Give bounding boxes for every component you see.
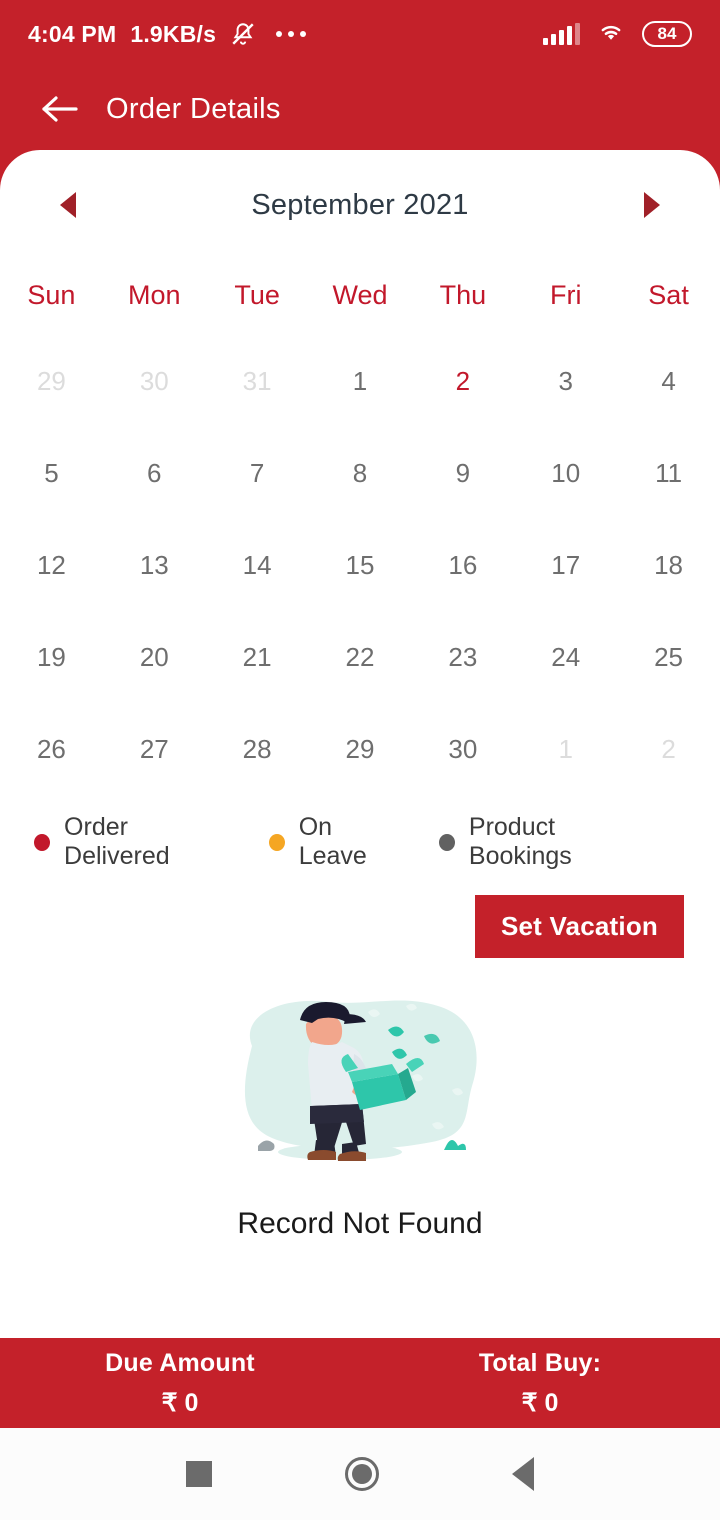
calendar-day-cell[interactable]: 17 <box>514 519 617 611</box>
calendar-day-cell[interactable]: 6 <box>103 427 206 519</box>
calendar-day-cell[interactable]: 19 <box>0 611 103 703</box>
calendar-weekday: Tue <box>234 280 280 310</box>
calendar-day-cell[interactable]: 11 <box>617 427 720 519</box>
summary-cell: Due Amount ₹ 0 <box>0 1349 360 1418</box>
more-dots-icon <box>276 31 307 37</box>
status-bar: 4:04 PM 1.9KB/s 84 <box>0 0 720 68</box>
status-bar-left: 4:04 PM 1.9KB/s <box>28 20 307 48</box>
calendar-weekday: Sat <box>648 280 689 310</box>
calendar-day-cell[interactable]: 13 <box>103 519 206 611</box>
calendar-day-cell[interactable]: 30 <box>103 335 206 427</box>
status-bar-right: 84 <box>543 20 692 49</box>
man-with-box-illustration <box>220 986 500 1191</box>
calendar-day-cell[interactable]: 21 <box>206 611 309 703</box>
calendar-day-cell[interactable]: 26 <box>0 703 103 795</box>
calendar-day-cell[interactable]: 3 <box>514 335 617 427</box>
calendar-day-cell[interactable]: 1 <box>309 335 412 427</box>
calendar-weekday: Mon <box>128 280 181 310</box>
calendar-month-title: September 2021 <box>251 188 469 221</box>
calendar-day-cell[interactable]: 9 <box>411 427 514 519</box>
calendar-next-button[interactable] <box>632 185 672 225</box>
legend-dot-icon <box>268 833 285 851</box>
calendar-prev-button[interactable] <box>48 185 88 225</box>
calendar-weekday: Thu <box>439 280 487 310</box>
calendar-day-cell[interactable]: 29 <box>309 703 412 795</box>
calendar-day-cell[interactable]: 16 <box>411 519 514 611</box>
calendar-day-cell[interactable]: 10 <box>514 427 617 519</box>
calendar-day-cell[interactable]: 20 <box>103 611 206 703</box>
calendar-day-cell[interactable]: 14 <box>206 519 309 611</box>
wifi-icon <box>596 20 626 49</box>
circle-home-icon[interactable] <box>344 1457 379 1491</box>
calendar-day-cell[interactable]: 25 <box>617 611 720 703</box>
summary-label: Due Amount <box>105 1348 255 1377</box>
calendar-day-cell[interactable]: 8 <box>309 427 412 519</box>
calendar-day-cell[interactable]: 23 <box>411 611 514 703</box>
calendar-day-cell[interactable]: 1 <box>514 703 617 795</box>
calendar-day-cell[interactable]: 29 <box>0 335 103 427</box>
legend-item: On Leave <box>268 813 401 871</box>
set-vacation-button[interactable]: Set Vacation <box>474 895 684 958</box>
calendar-day-cell[interactable]: 31 <box>206 335 309 427</box>
calendar-weekday: Sun <box>27 280 76 310</box>
back-arrow-icon[interactable] <box>40 94 80 124</box>
summary-cell: Total Buy: ₹ 0 <box>360 1349 720 1418</box>
calendar-day-cell[interactable]: 18 <box>617 519 720 611</box>
android-nav-bar <box>0 1428 720 1520</box>
page-title: Order Details <box>106 92 281 125</box>
square-recents-icon[interactable] <box>186 1461 213 1487</box>
legend-dot-icon <box>34 833 51 851</box>
app-bar: Order Details <box>0 68 720 150</box>
legend-label: Product Bookings <box>468 813 572 870</box>
calendar-days-grid[interactable]: 29 30 31 1 2 3 4 5 6 7 8 9 10 11 12 13 14 15 16 17 18 19 20 21 2… <box>0 321 720 795</box>
set-vacation-row: Set Vacation <box>0 871 720 958</box>
bottom-summary-bar: Due Amount ₹ 0 Total Buy: ₹ 0 <box>0 1338 720 1428</box>
bell-muted-icon <box>230 21 256 47</box>
summary-label: Total Buy: <box>478 1348 602 1377</box>
legend-item: Order Delivered <box>34 813 231 871</box>
calendar-day-cell[interactable]: 5 <box>0 427 103 519</box>
calendar-day-cell[interactable]: 27 <box>103 703 206 795</box>
calendar-weekday: Fri <box>549 280 582 310</box>
calendar-day-cell[interactable]: 7 <box>206 427 309 519</box>
legend-dot-icon <box>438 833 455 851</box>
calendar-day-cell[interactable]: 2 <box>411 335 514 427</box>
battery-indicator: 84 <box>642 21 692 47</box>
calendar-header: September 2021 <box>0 150 720 260</box>
calendar-day-cell[interactable]: 12 <box>0 519 103 611</box>
status-time: 4:04 PM <box>28 20 117 47</box>
legend-label: On Leave <box>298 813 367 870</box>
empty-state-illustration-wrap <box>0 958 720 1191</box>
calendar-day-cell[interactable]: 22 <box>309 611 412 703</box>
calendar-weekday: Wed <box>332 280 388 310</box>
content-card: September 2021 Sun Mon Tue Wed Thu Fri Sat 29 3… <box>0 150 720 1338</box>
calendar-day-cell[interactable]: 4 <box>617 335 720 427</box>
summary-value: ₹ 0 <box>161 1388 199 1417</box>
summary-value: ₹ 0 <box>521 1388 559 1417</box>
calendar-legend: Order Delivered On Leave Product Bookings <box>0 795 720 871</box>
signal-bars-icon <box>543 23 580 45</box>
calendar-day-cell[interactable]: 24 <box>514 611 617 703</box>
triangle-back-icon[interactable] <box>511 1457 534 1491</box>
legend-label: Order Delivered <box>64 813 170 870</box>
calendar-day-cell[interactable]: 28 <box>206 703 309 795</box>
calendar-weekday-row: Sun Mon Tue Wed Thu Fri Sat <box>0 260 720 321</box>
calendar-day-cell[interactable]: 30 <box>411 703 514 795</box>
chevron-left-icon <box>60 192 76 218</box>
legend-item: Product Bookings <box>438 813 654 871</box>
calendar-day-cell[interactable]: 2 <box>617 703 720 795</box>
empty-state-message: Record Not Found <box>237 1207 483 1240</box>
chevron-right-icon <box>644 192 660 218</box>
network-speed: 1.9KB/s <box>130 20 217 47</box>
calendar-day-cell[interactable]: 15 <box>309 519 412 611</box>
